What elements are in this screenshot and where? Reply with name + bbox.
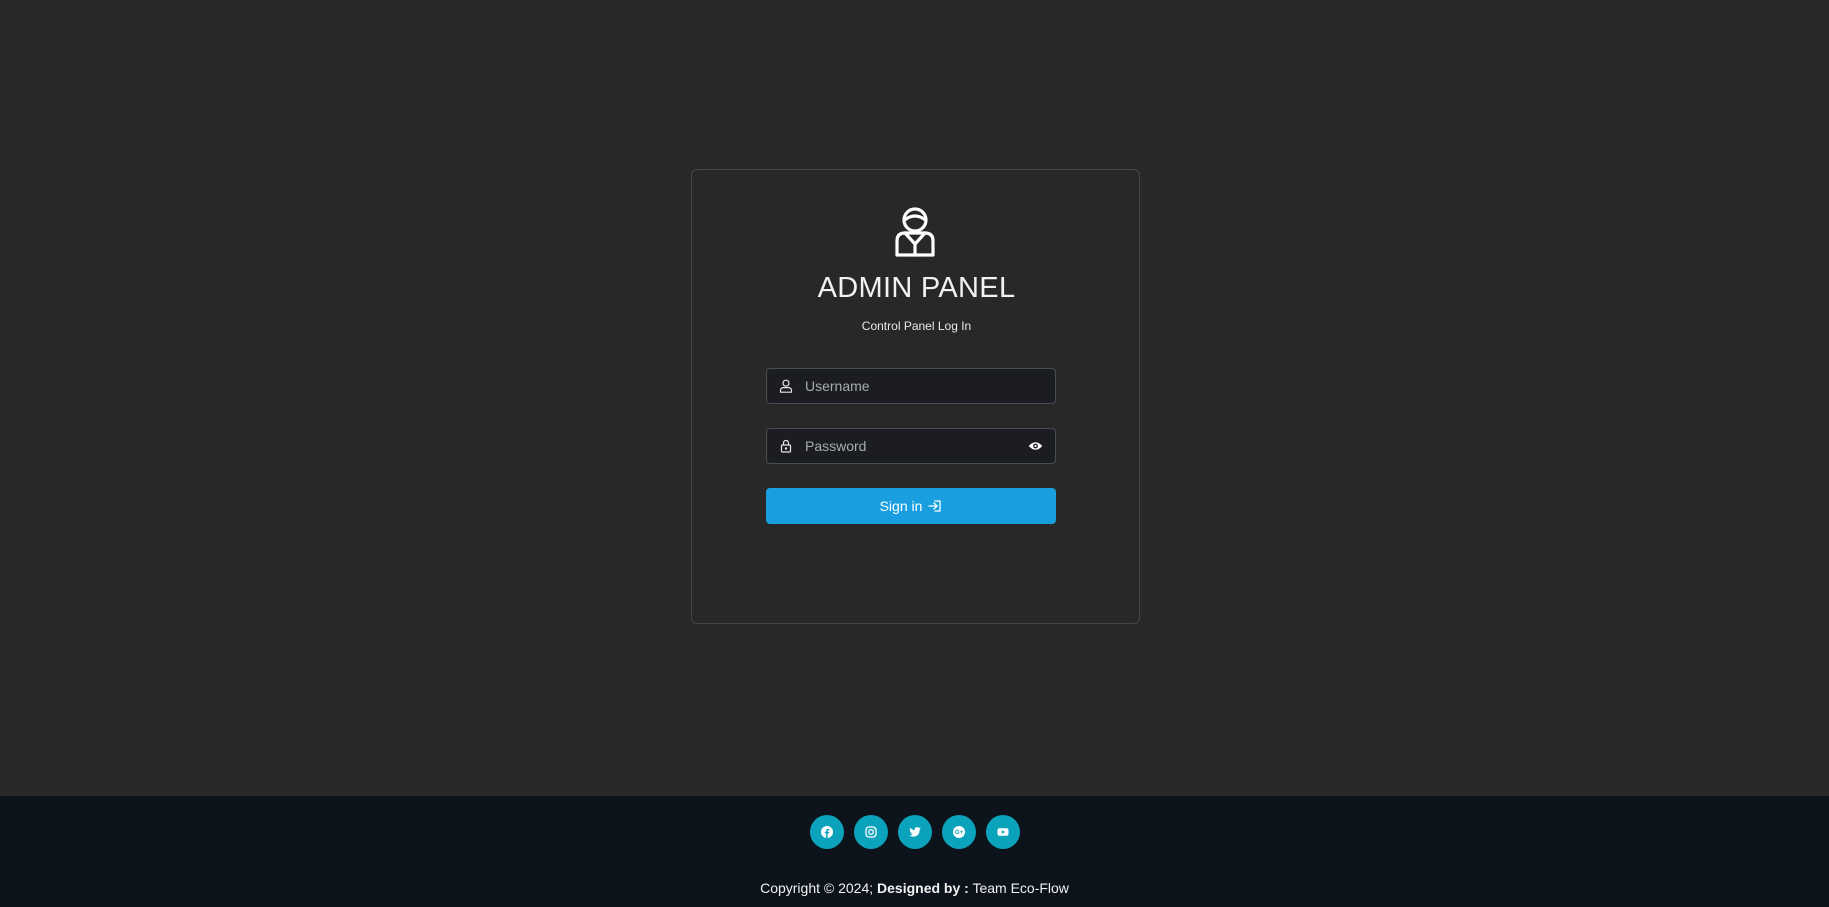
twitter-link[interactable] <box>898 815 932 849</box>
admin-user-icon <box>895 207 935 257</box>
password-input[interactable] <box>805 429 1015 463</box>
page-subtitle: Control Panel Log In <box>861 319 972 333</box>
sign-in-label: Sign in <box>879 498 923 514</box>
google-plus-link[interactable]: G+ <box>942 815 976 849</box>
instagram-link[interactable] <box>854 815 888 849</box>
lock-icon <box>780 439 792 453</box>
copyright-prefix: Copyright © 2024; <box>760 880 874 896</box>
page-title: ADMIN PANEL <box>817 272 1016 304</box>
svg-text:G+: G+ <box>955 830 964 836</box>
facebook-icon <box>821 826 833 838</box>
google-plus-icon: G+ <box>953 826 965 838</box>
youtube-icon <box>997 828 1009 836</box>
designer-name: Team Eco-Flow <box>972 880 1069 896</box>
sign-in-icon <box>928 500 942 512</box>
main-area: ADMIN PANEL Control Panel Log In Usernam… <box>0 0 1829 796</box>
page: ADMIN PANEL Control Panel Log In Usernam… <box>0 0 1829 907</box>
user-icon <box>779 379 793 393</box>
youtube-link[interactable] <box>986 815 1020 849</box>
instagram-icon <box>865 826 877 838</box>
username-field[interactable] <box>766 368 1056 404</box>
username-input[interactable] <box>805 369 1015 403</box>
copyright-text: Copyright © 2024; Designed by : Team Eco… <box>0 880 1829 896</box>
facebook-link[interactable] <box>810 815 844 849</box>
social-links: G+ <box>810 815 1020 849</box>
footer: G+ Copyright © 2024; Designed by : Team … <box>0 796 1829 907</box>
eye-icon[interactable] <box>1028 440 1043 452</box>
login-card: ADMIN PANEL Control Panel Log In Usernam… <box>691 169 1140 624</box>
twitter-icon <box>909 827 921 837</box>
designed-by-label: Designed by : <box>877 880 969 896</box>
password-field[interactable] <box>766 428 1056 464</box>
sign-in-button[interactable]: Sign in <box>766 488 1056 524</box>
